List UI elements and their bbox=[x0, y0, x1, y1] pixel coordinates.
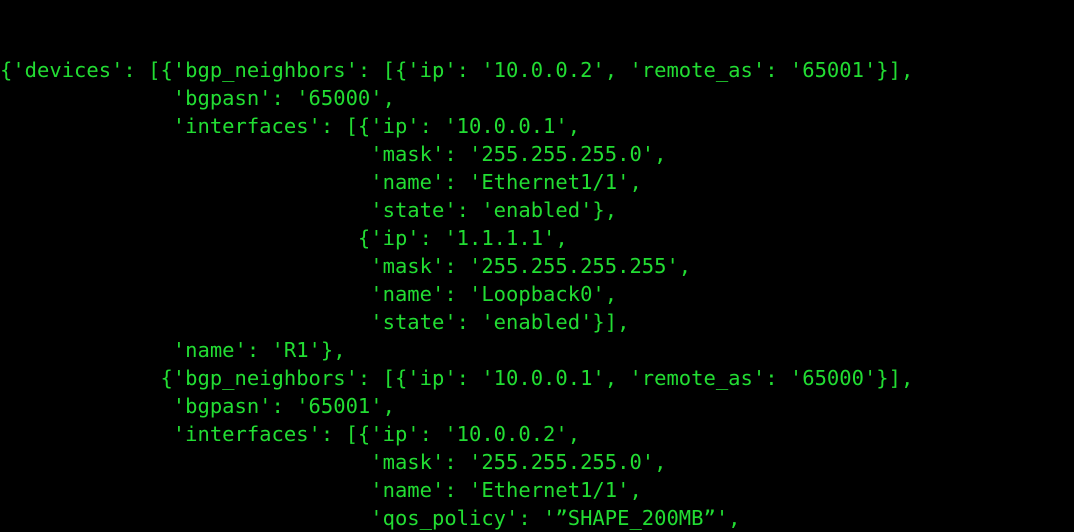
terminal-line: 'name': 'Loopback0', bbox=[0, 282, 618, 306]
terminal-line: {'devices': [{'bgp_neighbors': [{'ip': '… bbox=[0, 58, 914, 82]
terminal-line: 'mask': '255.255.255.0', bbox=[0, 142, 667, 166]
terminal-line: 'bgpasn': '65000', bbox=[0, 86, 395, 110]
terminal-line: 'name': 'R1'}, bbox=[0, 338, 346, 362]
terminal-text-buffer: {'devices': [{'bgp_neighbors': [{'ip': '… bbox=[0, 56, 1074, 532]
terminal-line: 'name': 'Ethernet1/1', bbox=[0, 170, 642, 194]
terminal-line: 'state': 'enabled'}, bbox=[0, 198, 618, 222]
terminal-line: 'state': 'enabled'}], bbox=[0, 310, 630, 334]
terminal-line: 'interfaces': [{'ip': '10.0.0.1', bbox=[0, 114, 581, 138]
terminal-line: 'interfaces': [{'ip': '10.0.0.2', bbox=[0, 422, 581, 446]
terminal-line: 'mask': '255.255.255.255', bbox=[0, 254, 692, 278]
terminal-line: 'mask': '255.255.255.0', bbox=[0, 450, 667, 474]
terminal-line: {'bgp_neighbors': [{'ip': '10.0.0.1', 'r… bbox=[0, 366, 914, 390]
terminal-line: 'qos_policy': '”SHAPE_200MB”', bbox=[0, 506, 741, 530]
terminal-output-pane[interactable]: {'devices': [{'bgp_neighbors': [{'ip': '… bbox=[0, 0, 1074, 532]
terminal-line: {'ip': '1.1.1.1', bbox=[0, 226, 568, 250]
terminal-line: 'bgpasn': '65001', bbox=[0, 394, 395, 418]
terminal-line: 'name': 'Ethernet1/1', bbox=[0, 478, 642, 502]
